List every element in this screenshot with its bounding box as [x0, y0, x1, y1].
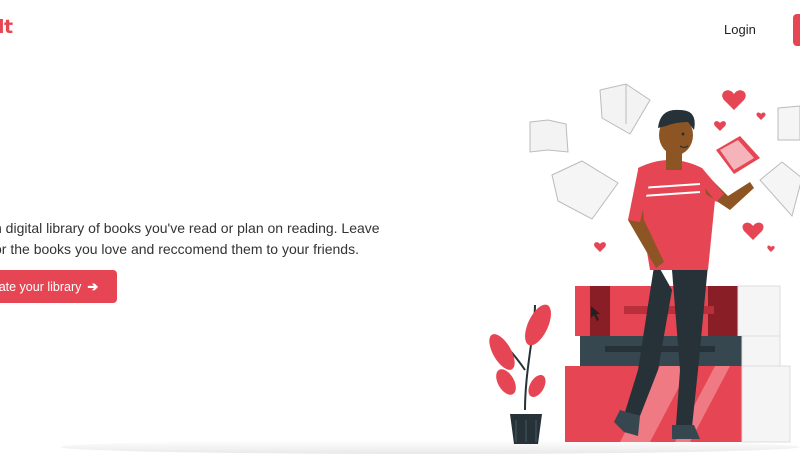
signup-button[interactable] — [793, 14, 800, 46]
open-book-icon — [551, 160, 619, 220]
open-book-icon — [759, 161, 800, 218]
open-book-icon — [529, 119, 569, 153]
hero-description: n digital library of books you've read o… — [0, 218, 414, 260]
plant-illustration — [489, 304, 551, 444]
open-book-icon — [599, 83, 651, 135]
login-link[interactable]: Login — [724, 22, 756, 37]
reader-illustration — [489, 83, 800, 444]
hero-description-line: or the books you love and reccomend them… — [0, 241, 359, 257]
create-library-label: ate your library — [0, 279, 82, 294]
open-book-icon — [777, 105, 800, 141]
brand-logo[interactable]: lt — [0, 16, 13, 38]
arrow-right-icon: ➔ — [87, 278, 99, 294]
create-library-button[interactable]: ate your library ➔ — [0, 270, 117, 303]
hero-description-line: n digital library of books you've read o… — [0, 220, 380, 236]
